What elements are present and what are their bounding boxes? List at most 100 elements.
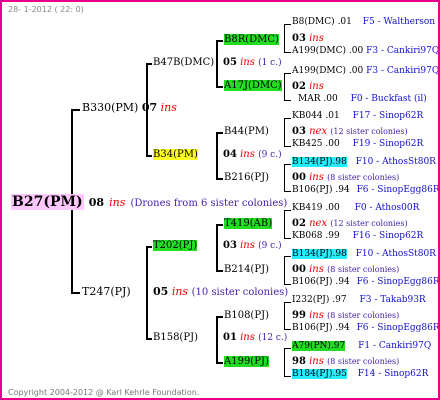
node-label[interactable]: T202(PJ) [153, 240, 198, 251]
ancestor-ref: F6 - SinopEgg86R [356, 185, 440, 195]
ancestor-row[interactable]: B106(PJ) .94 F6 - SinopEgg86R [292, 185, 440, 196]
node-label[interactable]: B47B(DMC) [153, 57, 214, 68]
offspring-row: 00 ins (8 sister colonies) [292, 172, 399, 183]
ancestor-row[interactable]: MAR .00 F0 - Buckfast (il) [298, 94, 427, 105]
node-label[interactable]: B44(PM) [224, 126, 269, 137]
tree-connector [284, 24, 291, 25]
ancestor-label[interactable]: KB044 [292, 111, 323, 121]
node-B47B-stats: 05 ins (1 c.) [223, 57, 282, 69]
node-B34-stats: 04 ins (9 c.) [223, 149, 282, 161]
ancestor-row[interactable]: B106(PJ) .94 F6 - SinopEgg86R [292, 323, 438, 334]
ancestor-row[interactable]: B184(PJ).95 F14 - Sinop62R [292, 369, 428, 380]
ancestor-label[interactable]: KB419 [292, 203, 323, 213]
node-B216[interactable]: B216(PJ) [224, 172, 269, 183]
node-B44[interactable]: B44(PM) [224, 126, 269, 137]
node-B8R[interactable]: B8R(DMC) [224, 34, 279, 45]
node-B158[interactable]: B158(PJ) [153, 332, 198, 343]
tree-connector [216, 224, 223, 226]
ancestor-ref: F3 - Takab93R [359, 295, 426, 305]
node-label[interactable]: A199(PJ) [224, 356, 269, 367]
dam-label[interactable]: T247(PJ) [82, 285, 131, 298]
ancestor-row[interactable]: KB425 .00 F19 - Sinop62R [292, 139, 423, 150]
ancestor-label[interactable]: A199(DMC) [292, 66, 346, 76]
ancestor-row[interactable]: B134(PJ).98 F10 - AthosSt80R [292, 157, 436, 168]
node-B47B[interactable]: B47B(DMC) [153, 57, 214, 68]
ancestor-label[interactable]: B106(PJ) [292, 185, 332, 195]
node-T202[interactable]: T202(PJ) [153, 240, 198, 251]
tree-connector [216, 316, 218, 363]
tree-connector [216, 40, 218, 87]
ancestor-row[interactable]: KB419 .00 F0 - Athos00R [292, 203, 419, 214]
ancestor-label[interactable]: B134(PJ) [292, 249, 333, 259]
root-queen-node[interactable]: B27(PM) 08 ins (Drones from 6 sister col… [11, 192, 287, 210]
root-queen-label[interactable]: B27(PM) [11, 194, 84, 210]
tree-connector [284, 256, 291, 257]
dam-note: (10 sister colonies) [191, 287, 289, 298]
ancestor-label[interactable]: MAR [298, 94, 321, 104]
node-label[interactable]: B108(PJ) [224, 310, 269, 321]
ancestor-label[interactable]: B184(PJ) [292, 369, 333, 379]
tree-connector [284, 146, 291, 147]
sire-node[interactable]: B330(PM) 07 ins [82, 101, 177, 114]
node-note: (9 c.) [258, 150, 282, 160]
node-label[interactable]: B216(PJ) [224, 172, 269, 183]
ancestor-label[interactable]: KB425 [292, 139, 323, 149]
row-ins: ins [309, 81, 324, 92]
ancestor-label[interactable]: A79(PN) [292, 341, 331, 351]
node-A17J[interactable]: A17J(DMC) [224, 80, 282, 91]
ancestor-value: .00 [348, 66, 364, 76]
ancestor-row[interactable]: I232(PJ) .97 F3 - Takab93R [292, 295, 426, 306]
node-note: (12 c.) [258, 333, 288, 343]
row-count: 02 [292, 81, 306, 92]
sire-label[interactable]: B330(PM) [82, 101, 138, 114]
node-B214[interactable]: B214(PJ) [224, 264, 269, 275]
offspring-row: 98 ins (8 sister colonies) [292, 356, 399, 367]
node-B108[interactable]: B108(PJ) [224, 310, 269, 321]
tree-connector [284, 256, 285, 285]
row-note: (12 sister colonies) [330, 219, 408, 228]
offspring-row: 03 ins [292, 33, 324, 44]
node-count: 01 [223, 332, 237, 343]
root-ins: ins [109, 196, 126, 209]
ancestor-value: .01 [337, 17, 352, 27]
node-note: (1 c.) [258, 58, 282, 68]
ancestor-value: .95 [332, 369, 347, 379]
node-label[interactable]: B158(PJ) [153, 332, 198, 343]
node-label[interactable]: B214(PJ) [224, 264, 269, 275]
sire-count: 07 [141, 101, 158, 114]
ancestor-row[interactable]: KB044 .01 F17 - Sinop62R [292, 111, 423, 122]
ancestor-row[interactable]: B8(DMC) .01 F5 - Waltherson [292, 17, 435, 28]
node-label[interactable]: B34(PM) [153, 149, 198, 160]
tree-connector [284, 348, 291, 349]
node-label[interactable]: B8R(DMC) [224, 34, 279, 45]
ancestor-value: .97 [330, 341, 346, 351]
ancestor-label[interactable]: B8(DMC) [292, 17, 335, 27]
tree-connector [284, 302, 291, 303]
root-count: 08 [88, 196, 104, 209]
ancestor-label[interactable]: B106(PJ) [292, 277, 332, 287]
tree-connector [284, 329, 291, 330]
ancestor-row[interactable]: B106(PJ) .94 F6 - SinopEgg86R [292, 277, 438, 288]
ancestor-row[interactable]: KB068 .99 F16 - Sinop62R [292, 231, 423, 242]
tree-connector [146, 246, 148, 339]
tree-connector [216, 86, 223, 88]
ancestor-value: .00 [348, 46, 364, 56]
ancestor-label[interactable]: B134(PJ) [292, 157, 333, 167]
dam-node[interactable]: T247(PJ) [82, 285, 131, 298]
ancestor-label[interactable]: B106(PJ) [292, 323, 332, 333]
ancestor-row[interactable]: B134(PJ).98 F10 - AthosSt80R [292, 249, 436, 260]
node-label[interactable]: T419(AB) [224, 218, 273, 229]
ancestor-value: .94 [335, 323, 350, 333]
node-A199[interactable]: A199(PJ) [224, 356, 269, 367]
ancestor-row[interactable]: A199(DMC) .00 F3 - Cankiri97Q [292, 46, 438, 57]
node-label[interactable]: A17J(DMC) [224, 80, 282, 91]
node-T419[interactable]: T419(AB) [224, 218, 273, 229]
ancestor-label[interactable]: A199(DMC) [292, 46, 346, 56]
ancestor-label[interactable]: I232(PJ) [292, 295, 329, 305]
row-note: (8 sister colonies) [327, 265, 400, 274]
node-count: 03 [223, 240, 237, 251]
ancestor-row[interactable]: A79(PN).97 F1 - Cankiri97Q [292, 341, 431, 352]
ancestor-label[interactable]: KB068 [292, 231, 323, 241]
ancestor-row[interactable]: A199(DMC) .00 F3 - Cankiri97Q [292, 66, 438, 77]
node-B34[interactable]: B34(PM) [153, 149, 198, 160]
